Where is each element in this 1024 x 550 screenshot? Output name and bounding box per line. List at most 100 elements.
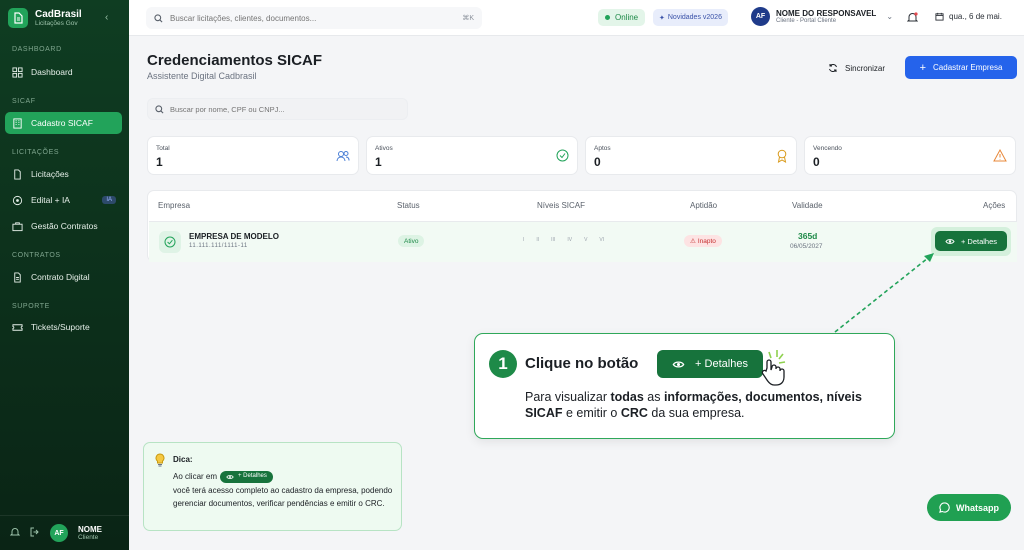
avatar[interactable]: AF: [50, 524, 68, 542]
user-name: NOME: [78, 525, 102, 534]
bell-icon[interactable]: [9, 524, 21, 542]
add-company-button[interactable]: + Cadastrar Empresa: [905, 56, 1017, 79]
user-name: NOME DO RESPONSAVEL: [776, 9, 877, 18]
search-icon: [155, 104, 164, 113]
level-label: I: [523, 237, 525, 243]
companies-table: Empresa Status Níveis SICAF Aptidão Vali…: [147, 190, 1017, 262]
sidebar-item-licitacoes[interactable]: Licitações: [5, 163, 122, 185]
stat-card-vencendo: Vencendo 0: [804, 136, 1016, 175]
sidebar-item-label: Edital + IA: [31, 195, 70, 205]
news-label: Novidades v2026: [667, 14, 722, 21]
global-search[interactable]: ⌘K: [146, 7, 482, 29]
sicaf-levels: I II III IV V VI: [523, 237, 604, 243]
sidebar-item-label: Gestão Contratos: [31, 221, 98, 231]
notification-bell-icon[interactable]: [906, 11, 919, 29]
status-badge: Ativo: [398, 235, 425, 247]
tip-chip-label: + Detalhes: [238, 473, 267, 480]
stat-value: 0: [594, 155, 601, 169]
lightbulb-icon: [154, 453, 166, 472]
plus-icon: +: [919, 61, 927, 74]
stat-card-aptos: Aptos 0: [585, 136, 797, 175]
eye-icon: [945, 238, 955, 244]
page-title: Credenciamentos SICAF: [147, 52, 323, 69]
user-menu[interactable]: AF NOME DO RESPONSAVEL Cliente - Portal …: [751, 7, 893, 26]
text-fragment: e emitir o: [562, 406, 621, 420]
avatar: AF: [751, 7, 770, 26]
callout-text: Para visualizar todas as informações, do…: [525, 389, 885, 421]
stat-label: Aptos: [594, 145, 611, 152]
details-button[interactable]: + Detalhes: [935, 231, 1007, 251]
sidebar-item-gestao-contratos[interactable]: Gestão Contratos: [5, 215, 122, 237]
stat-label: Total: [156, 145, 170, 152]
level-label: V: [584, 237, 588, 243]
search-input[interactable]: [170, 13, 456, 23]
section-contratos: CONTRATOS: [12, 252, 61, 259]
section-sicaf: SICAF: [12, 98, 36, 105]
callout-title: Clique no botão: [525, 355, 639, 372]
stat-value: 1: [156, 155, 163, 169]
section-dashboard: DASHBOARD: [12, 46, 62, 53]
brand-logo-icon: [8, 8, 28, 28]
table-row[interactable]: EMPRESA DE MODELO 11.111.111/1111-11 Ati…: [149, 221, 1017, 262]
sidebar-item-cadastro-sicaf[interactable]: Cadastro SICAF: [5, 112, 122, 134]
callout-button-label: + Detalhes: [695, 358, 748, 370]
aptidao-label: Inapto: [697, 237, 716, 245]
tip-text-fragment: você terá acesso completo ao cadastro da…: [173, 485, 393, 509]
user-role: Cliente: [78, 534, 99, 541]
column-header: Validade: [792, 201, 823, 210]
ticket-icon: [12, 323, 23, 331]
sparkle-icon: ✦: [659, 14, 665, 22]
sidebar-item-edital-ia[interactable]: Edital + IA IA: [5, 189, 122, 211]
column-header: Ações: [983, 201, 1006, 210]
logout-icon[interactable]: [30, 524, 40, 542]
brand[interactable]: CadBrasil Licitações Gov: [8, 8, 82, 28]
file-text-icon: [14, 271, 21, 283]
ia-badge: IA: [102, 196, 116, 204]
section-suporte: SUPORTE: [12, 303, 50, 310]
validity-days: 365d: [798, 231, 818, 241]
status-label: Online: [615, 13, 639, 22]
text-fragment: da sua empresa.: [647, 406, 745, 420]
date-display: qua., 6 de mai.: [935, 12, 1002, 21]
stat-value: 1: [375, 155, 382, 169]
company-search-input[interactable]: [170, 104, 400, 114]
search-icon: [154, 13, 163, 22]
user-role: Cliente - Portal Cliente: [776, 18, 837, 24]
tip-text-fragment: Ao clicar em: [173, 472, 218, 481]
sidebar-item-dashboard[interactable]: Dashboard: [5, 61, 122, 83]
sidebar-item-label: Dashboard: [31, 67, 73, 77]
tutorial-callout: 1 Clique no botão + Detalhes Para visual…: [474, 333, 895, 439]
date-label: qua., 6 de mai.: [949, 12, 1002, 21]
warning-icon: [993, 148, 1007, 167]
brand-name: CadBrasil: [35, 8, 82, 20]
step-number: 1: [489, 350, 517, 378]
stat-label: Ativos: [375, 145, 393, 152]
stat-card-ativos: Ativos 1: [366, 136, 578, 175]
sidebar-item-contrato-digital[interactable]: Contrato Digital: [5, 266, 122, 288]
tip-title: Dica:: [173, 455, 193, 464]
sidebar-item-label: Cadastro SICAF: [31, 118, 93, 128]
level-label: IV: [567, 237, 573, 243]
details-highlight: + Detalhes: [931, 227, 1011, 256]
sidebar-item-tickets[interactable]: Tickets/Suporte: [5, 316, 122, 338]
building-icon: [13, 117, 22, 129]
eye-icon: [226, 474, 234, 479]
eye-icon: [672, 360, 685, 368]
collapse-sidebar-icon[interactable]: ‹: [105, 12, 108, 23]
company-search[interactable]: [147, 98, 408, 120]
text-bold: CRC: [620, 406, 648, 420]
column-header: Status: [397, 201, 420, 210]
level-label: III: [551, 237, 556, 243]
sidebar-item-label: Contrato Digital: [31, 272, 90, 282]
stat-value: 0: [813, 155, 820, 169]
sidebar-footer: AF NOME Cliente: [0, 515, 129, 550]
status-badge: Online: [598, 9, 646, 26]
company-name: EMPRESA DE MODELO: [189, 232, 279, 241]
sync-button[interactable]: Sincronizar: [818, 57, 895, 79]
news-button[interactable]: ✦ Novidades v2026: [653, 9, 728, 26]
whatsapp-button[interactable]: Whatsapp: [927, 494, 1011, 521]
hand-pointer-icon: [761, 350, 786, 386]
grid-icon: [12, 66, 23, 78]
refresh-icon: [829, 64, 837, 72]
document-icon: [14, 168, 21, 180]
